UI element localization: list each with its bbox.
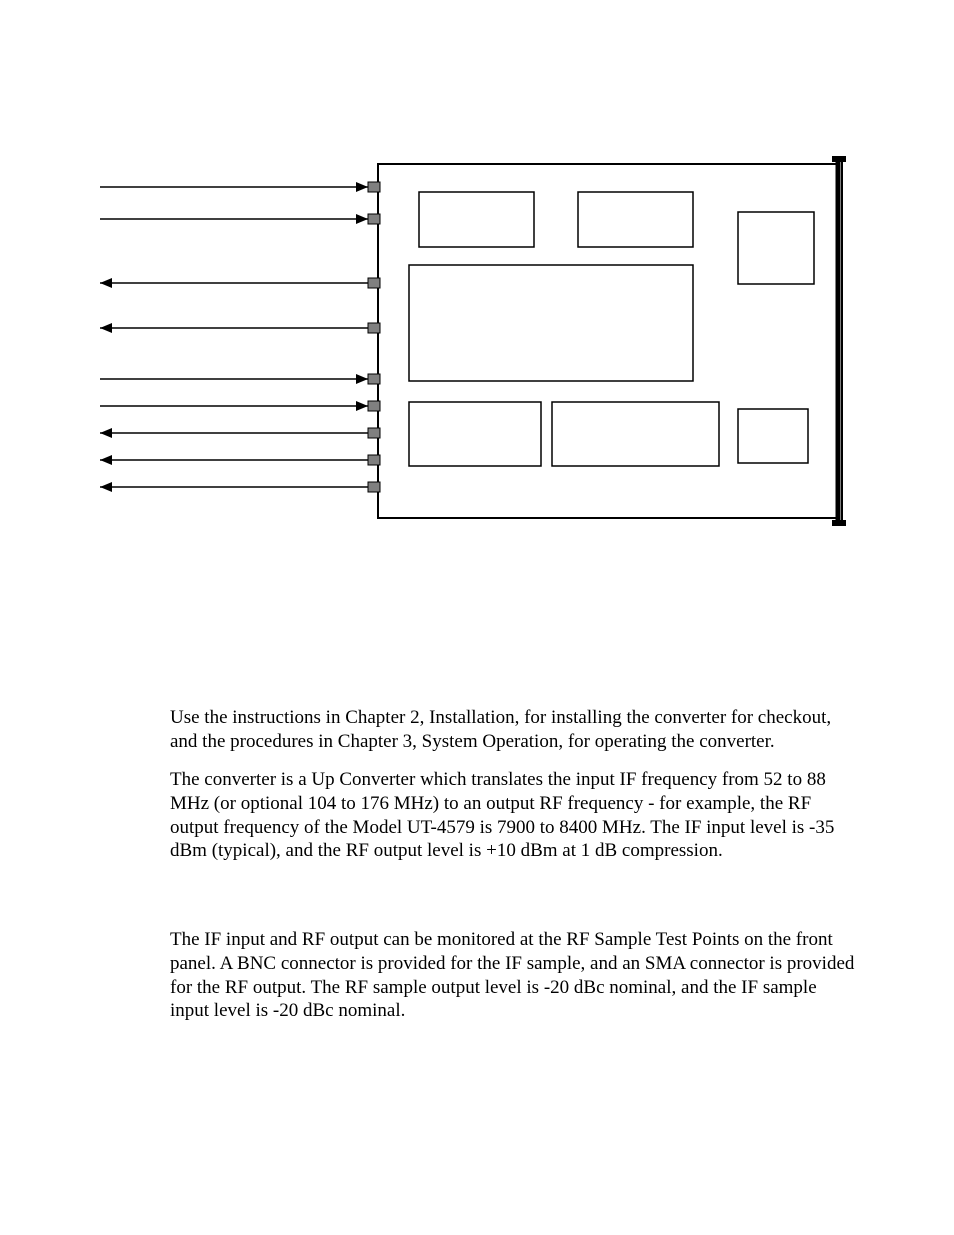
block-diagram	[100, 150, 860, 550]
paragraph-monitoring: The IF input and RF output can be monito…	[170, 928, 860, 1023]
paragraph-converter: The converter is a Up Converter which tr…	[170, 768, 860, 863]
paragraph-install: Use the instructions in Chapter 2, Insta…	[170, 706, 860, 754]
